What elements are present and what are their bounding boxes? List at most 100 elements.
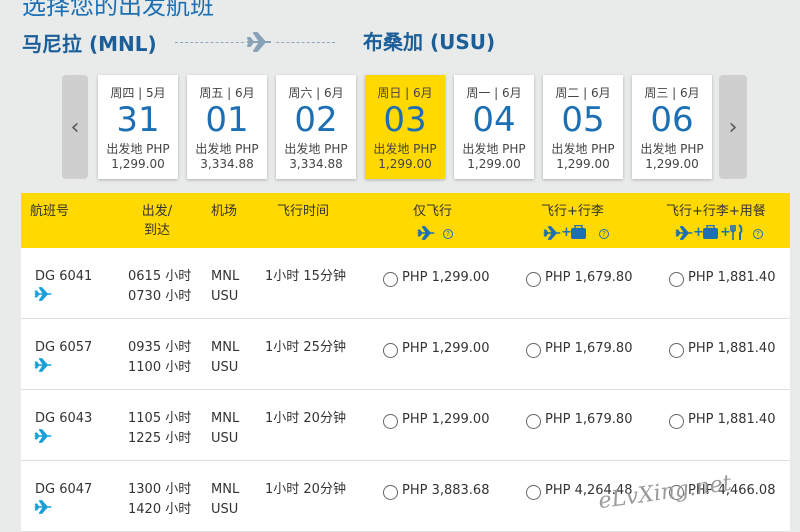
- meal-icon: [730, 224, 743, 240]
- fare-radio-flight-only[interactable]: [383, 485, 398, 500]
- date-weekday-month: 周三 | 6月: [644, 86, 700, 100]
- col-flight: 航班号: [30, 204, 70, 219]
- info-icon[interactable]: ?: [599, 229, 609, 239]
- fare-radio-flight-bag[interactable]: [526, 272, 541, 287]
- date-lowest-price: 3,334.88: [200, 157, 254, 171]
- fare-radio-flight-bag-meal[interactable]: [669, 272, 684, 287]
- destination-airport: USU: [211, 502, 239, 517]
- date-day: 02: [294, 100, 338, 140]
- fare-price-flight-bag: PHP 1,679.80: [545, 412, 633, 427]
- info-icon[interactable]: ?: [443, 229, 453, 239]
- flight-number: DG 6041: [35, 269, 93, 284]
- origin-airport: MNL: [211, 340, 240, 355]
- date-option[interactable]: 周六 | 6月 02 出发地 PHP 3,334.88: [276, 75, 356, 179]
- next-dates-button[interactable]: ›: [719, 75, 747, 179]
- fare-radio-flight-bag-meal[interactable]: [669, 343, 684, 358]
- fare-price-flight-bag-meal: PHP 1,881.40: [688, 412, 776, 427]
- fare-radio-flight-only[interactable]: [383, 272, 398, 287]
- plane-icon: [34, 358, 52, 379]
- arrive-time: 1225 小时: [128, 431, 192, 446]
- date-option[interactable]: 周日 | 6月 03 出发地 PHP 1,299.00: [365, 75, 445, 179]
- origin-airport: MNL: [211, 411, 240, 426]
- destination-airport: USU: [211, 431, 239, 446]
- fare-radio-flight-bag[interactable]: [526, 343, 541, 358]
- origin-airport: MNL: [211, 269, 240, 284]
- date-from-label: 出发地 PHP: [462, 142, 526, 156]
- date-day: 04: [472, 100, 516, 140]
- flight-duration: 1小时 25分钟: [265, 340, 346, 355]
- fare-radio-flight-only[interactable]: [383, 343, 398, 358]
- date-day: 05: [561, 100, 605, 140]
- flight-number: DG 6043: [35, 411, 93, 426]
- col-fare-flight-only: 仅飞行: [413, 204, 453, 219]
- date-lowest-price: 1,299.00: [467, 157, 521, 171]
- plane-icon: [543, 226, 561, 240]
- prev-dates-button[interactable]: ‹: [62, 75, 88, 179]
- date-day: 31: [116, 100, 160, 140]
- flight-duration: 1小时 20分钟: [265, 411, 346, 426]
- col-fare-flight-bag: 飞行+行李: [541, 204, 604, 219]
- plane-icon: [417, 226, 435, 240]
- arrive-time: 1420 小时: [128, 502, 192, 517]
- date-weekday-month: 周二 | 6月: [555, 86, 611, 100]
- date-weekday-month: 周五 | 6月: [199, 86, 255, 100]
- fare-radio-flight-only[interactable]: [383, 414, 398, 429]
- table-row: DG 6057 0935 小时 1100 小时 MNL USU 1小时 25分钟 PHP 1…: [21, 319, 790, 390]
- date-weekday-month: 周四 | 5月: [110, 86, 166, 100]
- date-from-label: 出发地 PHP: [106, 142, 170, 156]
- plane-icon: [34, 500, 52, 521]
- date-option[interactable]: 周五 | 6月 01 出发地 PHP 3,334.88: [187, 75, 267, 179]
- date-weekday-month: 周一 | 6月: [466, 86, 522, 100]
- depart-time: 0935 小时: [128, 340, 192, 355]
- date-lowest-price: 1,299.00: [556, 157, 610, 171]
- fare-price-flight-bag: PHP 1,679.80: [545, 270, 633, 285]
- chevron-right-icon: ›: [728, 114, 738, 140]
- page-title: 选择您的出发航班: [22, 0, 214, 20]
- arrive-time: 0730 小时: [128, 289, 192, 304]
- date-lowest-price: 1,299.00: [378, 157, 432, 171]
- arrive-time: 1100 小时: [128, 360, 192, 375]
- col-arrive-label: 到达: [143, 223, 170, 238]
- date-option[interactable]: 周二 | 6月 05 出发地 PHP 1,299.00: [543, 75, 623, 179]
- date-day: 06: [650, 100, 694, 140]
- date-option[interactable]: 周一 | 6月 04 出发地 PHP 1,299.00: [454, 75, 534, 179]
- col-depart: 出发/ 到达: [137, 202, 177, 240]
- plane-icon: [34, 429, 52, 450]
- plane-icon: [244, 30, 274, 54]
- fare-price-flight-bag: PHP 1,679.80: [545, 341, 633, 356]
- date-option[interactable]: 周四 | 5月 31 出发地 PHP 1,299.00: [98, 75, 178, 179]
- date-from-label: 出发地 PHP: [640, 142, 704, 156]
- destination-label: 布桑加 (USU): [363, 30, 496, 54]
- fare-price-flight-bag-meal: PHP 1,881.40: [688, 341, 776, 356]
- flight-duration: 1小时 20分钟: [265, 482, 346, 497]
- date-lowest-price: 1,299.00: [645, 157, 699, 171]
- fare-radio-flight-bag[interactable]: [526, 485, 541, 500]
- fare-price-flight-only: PHP 1,299.00: [402, 341, 490, 356]
- baggage-icon: [571, 225, 586, 239]
- baggage-icon: [703, 225, 718, 239]
- route-summary: 马尼拉 (MNL) 布桑加 (USU): [22, 28, 495, 56]
- origin-label: 马尼拉 (MNL): [22, 31, 157, 56]
- fare-table-header: 航班号 出发/ 到达 机场 飞行时间 仅飞行 ? 飞行+行李 + ? 飞行+行李…: [21, 193, 790, 248]
- origin-airport: MNL: [211, 482, 240, 497]
- date-weekday-month: 周日 | 6月: [377, 86, 433, 100]
- col-duration: 飞行时间: [277, 204, 330, 219]
- date-from-label: 出发地 PHP: [551, 142, 615, 156]
- col-airport: 机场: [211, 204, 238, 219]
- destination-airport: USU: [211, 289, 239, 304]
- date-from-label: 出发地 PHP: [284, 142, 348, 156]
- fare-price-flight-only: PHP 3,883.68: [402, 483, 490, 498]
- date-option[interactable]: 周三 | 6月 06 出发地 PHP 1,299.00: [632, 75, 712, 179]
- flight-number: DG 6047: [35, 482, 93, 497]
- info-icon[interactable]: ?: [753, 229, 763, 239]
- date-day: 01: [205, 100, 249, 140]
- fare-price-flight-only: PHP 1,299.00: [402, 270, 490, 285]
- depart-time: 1105 小时: [128, 411, 192, 426]
- col-depart-label: 出发/: [141, 204, 173, 219]
- fare-price-flight-bag-meal: PHP 1,881.40: [688, 270, 776, 285]
- flight-duration: 1小时 15分钟: [265, 269, 346, 284]
- depart-time: 1300 小时: [128, 482, 192, 497]
- date-from-label: 出发地 PHP: [195, 142, 259, 156]
- fare-radio-flight-bag-meal[interactable]: [669, 414, 684, 429]
- fare-radio-flight-bag[interactable]: [526, 414, 541, 429]
